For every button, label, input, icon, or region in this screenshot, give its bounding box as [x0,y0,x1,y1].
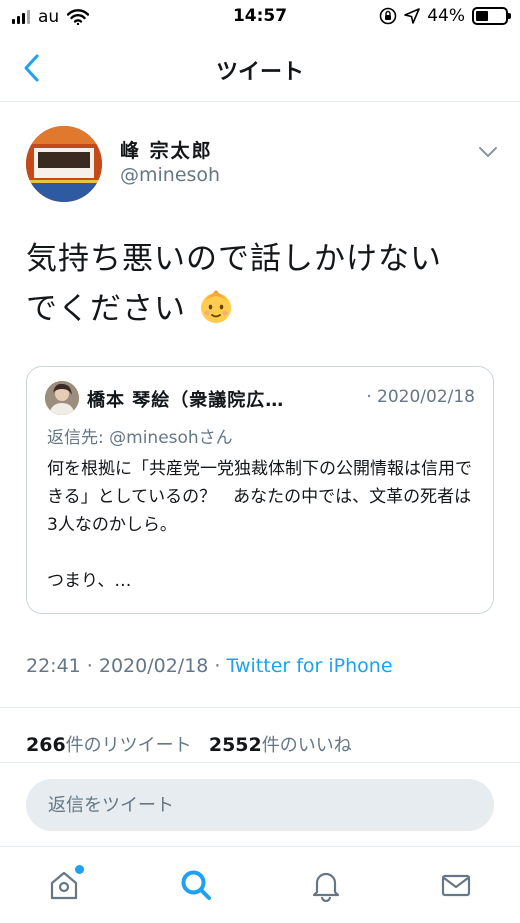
tweet-source-link[interactable]: Twitter for iPhone [227,655,393,677]
orientation-lock-icon [379,7,397,25]
tweet-text-line-2: でください [26,284,496,334]
retweet-label: 件のリツイート [65,735,192,756]
author-avatar[interactable] [26,126,102,202]
tweet-text: 気持ち悪いので話しかけない でください [26,234,496,334]
like-count: 2552 [208,734,262,756]
quoted-reply-to: 返信先: @minesohさん [47,428,233,448]
divider [0,707,520,708]
tweet-text-line-2-text: でください [26,291,186,327]
navigation-bar: ツイート [0,36,520,102]
tab-home[interactable] [42,863,86,907]
retweet-stat[interactable]: 266件のリツイート [26,734,192,756]
quoted-tweet-text: 何を根拠に「共産党一党独裁体制下の公開情報は信用できる」としているの？ あなたの… [47,459,472,591]
tab-notifications[interactable] [304,863,348,907]
baby-face-emoji-icon [200,290,231,323]
avatar-image [26,126,102,202]
battery-level [476,11,489,21]
tweet-timestamp: 22:41 · 2020/02/18 · [26,655,227,677]
battery-percent: 44% [427,6,465,26]
author-name[interactable]: 峰 宗太郎 [120,136,213,163]
quoted-author-avatar [45,381,79,415]
battery-icon [472,7,511,25]
reply-bar [0,762,520,846]
tweet-stats: 266件のリツイート 2552件のいいね [26,731,352,757]
messages-icon [441,874,471,897]
chevron-down-icon[interactable] [476,140,500,164]
avatar-image [45,381,79,415]
search-icon [181,870,211,900]
quoted-author-name: 橋本 琴絵（衆議院広… [87,390,285,411]
quoted-tweet-date: · 2020/02/18 [366,387,475,407]
tweet-meta: 22:41 · 2020/02/18 · Twitter for iPhone [26,655,393,677]
tab-search[interactable] [174,863,218,907]
like-stat[interactable]: 2552件のいいね [208,734,352,756]
reply-input[interactable] [26,779,494,831]
author-handle[interactable]: @minesoh [120,164,220,186]
notifications-icon [312,872,340,902]
tweet-text-line-1: 気持ち悪いので話しかけない [26,241,442,277]
like-label: 件のいいね [261,735,352,756]
quoted-tweet-card[interactable]: 橋本 琴絵（衆議院広… · 2020/02/18 返信先: @minesohさん… [26,366,494,614]
page-title: ツイート [215,60,304,85]
notification-dot [75,865,84,874]
retweet-count: 266 [26,734,66,756]
location-arrow-icon [404,8,421,24]
status-bar: au 14:57 44% [0,0,520,36]
status-right: 44% [379,6,511,26]
tab-bar [0,846,520,923]
tab-messages[interactable] [434,863,478,907]
